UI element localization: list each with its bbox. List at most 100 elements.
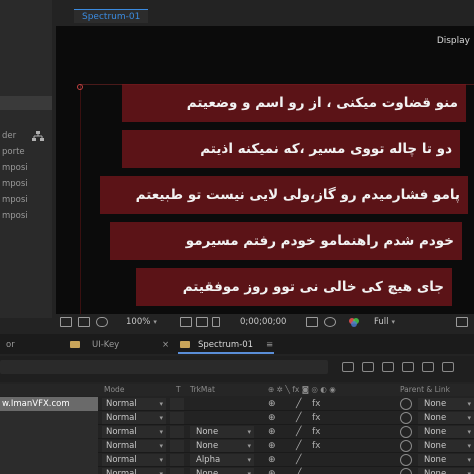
draft-3d-icon[interactable]	[362, 362, 374, 372]
quality-switch-icon[interactable]: ╱	[296, 425, 301, 439]
project-item[interactable]: mposi	[0, 176, 52, 192]
fx-switch-icon[interactable]: fx	[312, 397, 321, 411]
resolution-dropdown[interactable]: Full	[374, 316, 395, 328]
layer-name[interactable]	[0, 439, 98, 453]
layer-row[interactable]: Normal ⊕ ╱ fx None	[0, 411, 474, 425]
pick-whip-icon[interactable]	[400, 426, 412, 438]
layer-row[interactable]: Normal None ⊕ ╱ None	[0, 467, 474, 474]
project-item[interactable]: mposi	[0, 192, 52, 208]
preserve-transparency-toggle[interactable]	[170, 468, 184, 474]
parent-dropdown[interactable]: None	[418, 398, 474, 410]
vr-glasses-icon[interactable]	[96, 317, 108, 327]
track-matte-dropdown[interactable]: None	[190, 468, 254, 474]
column-parent-link[interactable]: Parent & Link	[400, 384, 450, 396]
comp-flowchart-icon[interactable]	[342, 362, 354, 372]
fx-switch-icon[interactable]: fx	[312, 411, 321, 425]
camera-icon[interactable]	[306, 317, 318, 327]
subtitle-line[interactable]: منو قضاوت میکنی ، از رو اسم و وضعیتم	[122, 84, 466, 122]
column-t[interactable]: T	[176, 384, 181, 396]
preserve-transparency-toggle[interactable]	[170, 426, 184, 438]
graph-editor-icon[interactable]	[442, 362, 454, 372]
blend-mode-dropdown[interactable]: Normal	[102, 440, 166, 452]
mask-icon[interactable]	[212, 317, 220, 327]
show-snapshot-icon[interactable]	[324, 317, 336, 327]
pick-whip-icon[interactable]	[400, 454, 412, 466]
composition-tab[interactable]: Spectrum-01	[74, 9, 149, 23]
blend-mode-dropdown[interactable]: Normal	[102, 426, 166, 438]
blend-mode-dropdown[interactable]: Normal	[102, 468, 166, 474]
layer-name[interactable]: w.ImanVFX.com	[0, 397, 98, 411]
preserve-transparency-toggle[interactable]	[170, 412, 184, 424]
parent-dropdown[interactable]: None	[418, 468, 474, 474]
layer-row[interactable]: Normal None ⊕ ╱ fx None	[0, 439, 474, 453]
track-matte-dropdown[interactable]: None	[190, 426, 254, 438]
layer-name[interactable]	[0, 453, 98, 467]
track-matte-dropdown[interactable]	[190, 412, 254, 424]
motion-blur-icon[interactable]	[422, 362, 434, 372]
layer-row[interactable]: w.ImanVFX.com Normal ⊕ ╱ fx None	[0, 397, 474, 411]
tab-partial[interactable]: or	[6, 338, 15, 352]
subtitle-line[interactable]: جای هیچ کی خالی نی توو روز موفقیتم	[136, 268, 452, 306]
pick-whip-icon[interactable]	[400, 440, 412, 452]
column-trkmat[interactable]: TrkMat	[190, 384, 215, 396]
grid-icon[interactable]	[196, 317, 208, 327]
column-mode[interactable]: Mode	[104, 384, 124, 396]
rgb-channels-icon[interactable]	[348, 316, 360, 328]
layer-search-input[interactable]	[0, 360, 328, 374]
zoom-dropdown[interactable]: 100%	[126, 316, 157, 328]
quality-switch-icon[interactable]: ╱	[296, 453, 301, 467]
subtitle-line[interactable]: پامو فشارمیدم رو گاز،ولی لایی نیست تو طب…	[100, 176, 468, 214]
quality-switch-icon[interactable]: ╱	[296, 397, 301, 411]
quality-switch-icon[interactable]: ╱	[296, 439, 301, 453]
project-item[interactable]: mposi	[0, 160, 52, 176]
layer-name[interactable]	[0, 467, 98, 474]
shy-switch-icon[interactable]: ⊕	[268, 397, 276, 411]
panel-menu-icon[interactable]: ≡	[266, 338, 273, 352]
project-item[interactable]: mposi	[0, 208, 52, 224]
preserve-transparency-toggle[interactable]	[170, 398, 184, 410]
project-item[interactable]: der	[0, 128, 52, 144]
always-preview-icon[interactable]	[60, 317, 72, 327]
shy-layers-icon[interactable]	[382, 362, 394, 372]
fx-switch-icon[interactable]: fx	[312, 439, 321, 453]
pick-whip-icon[interactable]	[400, 412, 412, 424]
subtitle-line[interactable]: خودم شدم راهنمامو خودم رفتم مسیرمو	[110, 222, 462, 260]
blend-mode-dropdown[interactable]: Normal	[102, 412, 166, 424]
pick-whip-icon[interactable]	[400, 398, 412, 410]
close-tab-icon[interactable]: ×	[162, 338, 169, 352]
anchor-point-marker[interactable]	[77, 84, 83, 90]
subtitle-line[interactable]: دو تا چاله تووی مسیر ،که نمیکنه اذیتم	[122, 130, 460, 168]
frame-blending-icon[interactable]	[402, 362, 414, 372]
quality-switch-icon[interactable]: ╱	[296, 467, 301, 474]
shy-switch-icon[interactable]: ⊕	[268, 411, 276, 425]
shy-switch-icon[interactable]: ⊕	[268, 439, 276, 453]
fit-icon[interactable]	[180, 317, 192, 327]
pick-whip-icon[interactable]	[400, 468, 412, 474]
parent-dropdown[interactable]: None	[418, 426, 474, 438]
parent-dropdown[interactable]: None	[418, 440, 474, 452]
preserve-transparency-toggle[interactable]	[170, 440, 184, 452]
shy-switch-icon[interactable]: ⊕	[268, 453, 276, 467]
blend-mode-dropdown[interactable]: Normal	[102, 398, 166, 410]
track-matte-dropdown[interactable]: Alpha	[190, 454, 254, 466]
parent-dropdown[interactable]: None	[418, 412, 474, 424]
timecode-display[interactable]: 0;00;00;00	[240, 316, 286, 328]
track-matte-dropdown[interactable]	[190, 398, 254, 410]
preserve-transparency-toggle[interactable]	[170, 454, 184, 466]
blend-mode-dropdown[interactable]: Normal	[102, 454, 166, 466]
shy-switch-icon[interactable]: ⊕	[268, 425, 276, 439]
project-item[interactable]: porte	[0, 144, 52, 160]
layer-row[interactable]: Normal None ⊕ ╱ fx None	[0, 425, 474, 439]
tab-spectrum-01[interactable]: Spectrum-01	[198, 338, 253, 352]
layer-name[interactable]	[0, 411, 98, 425]
quality-switch-icon[interactable]: ╱	[296, 411, 301, 425]
fx-switch-icon[interactable]: fx	[312, 425, 321, 439]
layer-name[interactable]	[0, 425, 98, 439]
tab-ui-key[interactable]: UI-Key	[92, 338, 119, 352]
layer-row[interactable]: Normal Alpha ⊕ ╱ None	[0, 453, 474, 467]
shy-switch-icon[interactable]: ⊕	[268, 467, 276, 474]
monitor-icon[interactable]	[78, 317, 90, 327]
parent-dropdown[interactable]: None	[418, 454, 474, 466]
track-matte-dropdown[interactable]: None	[190, 440, 254, 452]
region-of-interest-icon[interactable]	[456, 317, 468, 327]
